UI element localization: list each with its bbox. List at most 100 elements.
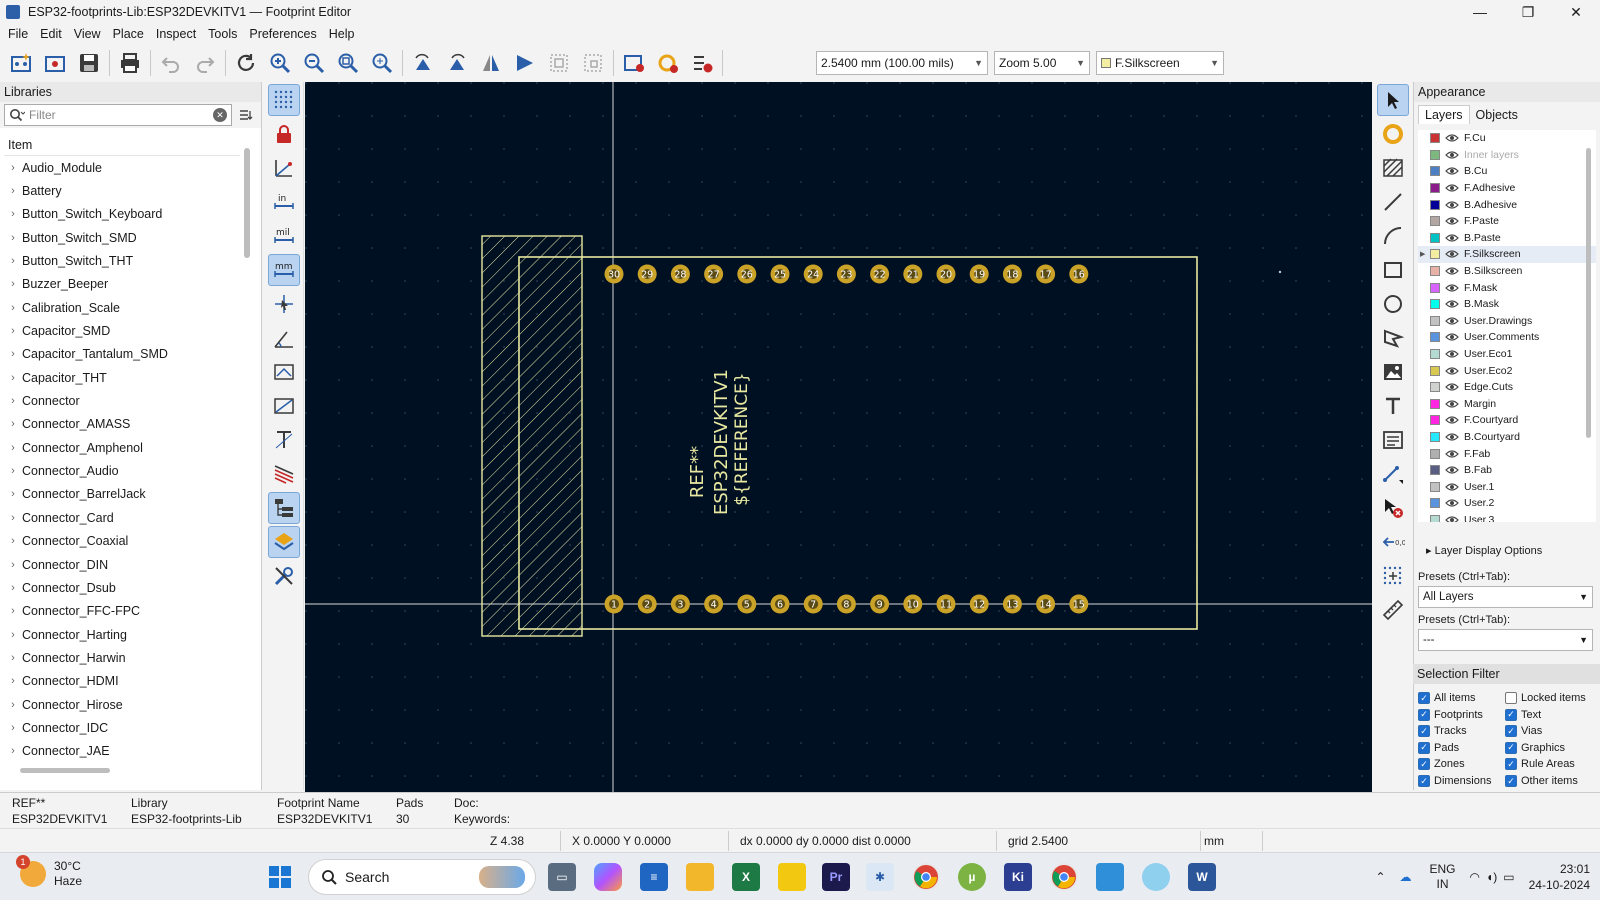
library-tree-item[interactable]: › Capacitor_SMD: [4, 319, 240, 342]
draw-circle-icon[interactable]: [1377, 288, 1409, 320]
through-hole-pad[interactable]: 29: [637, 264, 657, 284]
through-hole-pad[interactable]: 21: [903, 264, 923, 284]
library-tree-item[interactable]: › Buzzer_Beeper: [4, 273, 240, 296]
checkbox-checked-icon[interactable]: ✓: [1418, 775, 1430, 787]
visibility-eye-icon[interactable]: [1445, 233, 1459, 243]
menu-inspect[interactable]: Inspect: [150, 27, 202, 41]
library-tree-item[interactable]: › Connector_JAE: [4, 740, 240, 762]
inches-units-icon[interactable]: in: [268, 186, 300, 218]
selection-filter-checkbox[interactable]: ✓ Text: [1505, 708, 1541, 721]
checkbox-unchecked-icon[interactable]: [1505, 692, 1517, 704]
chevron-right-icon[interactable]: ›: [4, 722, 22, 734]
through-hole-pad[interactable]: 1: [604, 594, 624, 614]
library-horizontal-scrollbar[interactable]: [20, 768, 110, 773]
graphics-sketch-icon[interactable]: [268, 390, 300, 422]
layer-color-swatch[interactable]: [1430, 448, 1440, 459]
tab-objects[interactable]: Objects: [1470, 106, 1524, 124]
library-tree-item[interactable]: › Capacitor_Tantalum_SMD: [4, 343, 240, 366]
polar-coords-icon[interactable]: [268, 152, 300, 184]
layer-row[interactable]: B.Fab: [1418, 462, 1596, 479]
cursor-style-icon[interactable]: [268, 288, 300, 320]
library-tree-item[interactable]: › Calibration_Scale: [4, 296, 240, 319]
library-tree-item[interactable]: › Button_Switch_SMD: [4, 226, 240, 249]
add-text-icon[interactable]: [1377, 390, 1409, 422]
library-tree-item[interactable]: › Connector_Harwin: [4, 646, 240, 669]
through-hole-pad[interactable]: 15: [1069, 594, 1089, 614]
library-tree-item[interactable]: › Connector_Amphenol: [4, 436, 240, 459]
visibility-eye-icon[interactable]: [1445, 449, 1459, 459]
through-hole-pad[interactable]: 26: [737, 264, 757, 284]
chevron-up-icon[interactable]: ⌃: [1375, 870, 1385, 884]
utorrent-icon[interactable]: µ: [958, 863, 986, 891]
windows-start-icon[interactable]: [266, 863, 294, 891]
layer-color-swatch[interactable]: [1430, 133, 1440, 144]
through-hole-pad[interactable]: 23: [836, 264, 856, 284]
layer-row[interactable]: ▶ F.Silkscreen: [1418, 246, 1596, 263]
library-tree-item[interactable]: › Connector_Coaxial: [4, 530, 240, 553]
visibility-eye-icon[interactable]: [1445, 415, 1459, 425]
visibility-eye-icon[interactable]: [1445, 283, 1459, 293]
visibility-eye-icon[interactable]: [1445, 515, 1459, 522]
visibility-eye-icon[interactable]: [1445, 366, 1459, 376]
visibility-eye-icon[interactable]: [1445, 166, 1459, 176]
reference-field-text[interactable]: ${REFERENCE}: [732, 372, 752, 505]
layer-row[interactable]: B.Courtyard: [1418, 429, 1596, 446]
chevron-right-icon[interactable]: ›: [4, 255, 22, 267]
chevron-right-icon[interactable]: ›: [4, 675, 22, 687]
print-icon[interactable]: [115, 48, 145, 78]
grid-select[interactable]: 2.5400 mm (100.00 mils) ▼: [816, 51, 988, 75]
high-contrast-icon[interactable]: [268, 458, 300, 490]
through-hole-pad[interactable]: 14: [1036, 594, 1056, 614]
library-tree-item[interactable]: › Connector_DIN: [4, 553, 240, 576]
mirror-icon[interactable]: [476, 48, 506, 78]
photos-icon[interactable]: [1096, 863, 1124, 891]
tab-layers[interactable]: Layers: [1418, 105, 1470, 124]
chevron-right-icon[interactable]: ›: [4, 629, 22, 641]
ref-text[interactable]: REF**: [687, 446, 708, 498]
power-bi-icon[interactable]: [778, 863, 806, 891]
visibility-eye-icon[interactable]: [1445, 482, 1459, 492]
library-tree-item[interactable]: › Battery: [4, 179, 240, 202]
excel-icon[interactable]: X: [732, 863, 760, 891]
menu-view[interactable]: View: [68, 27, 107, 41]
layer-row[interactable]: User.Eco2: [1418, 362, 1596, 379]
library-tree-item[interactable]: › Connector_AMASS: [4, 413, 240, 436]
onedrive-icon[interactable]: ☁: [1400, 870, 1412, 884]
layer-row[interactable]: B.Mask: [1418, 296, 1596, 313]
through-hole-pad[interactable]: 18: [1002, 264, 1022, 284]
visibility-eye-icon[interactable]: [1445, 299, 1459, 309]
library-tree-item[interactable]: › Connector_Dsub: [4, 576, 240, 599]
layer-display-options-toggle[interactable]: ▸ Layer Display Options: [1426, 544, 1542, 557]
layer-color-swatch[interactable]: [1430, 465, 1440, 476]
library-tree-item[interactable]: › Connector_BarrelJack: [4, 483, 240, 506]
layer-row[interactable]: B.Adhesive: [1418, 196, 1596, 213]
through-hole-pad[interactable]: 10: [903, 594, 923, 614]
new-footprint-icon[interactable]: [6, 48, 36, 78]
checkbox-checked-icon[interactable]: ✓: [1418, 692, 1430, 704]
visibility-eye-icon[interactable]: [1445, 249, 1459, 259]
library-tree-item[interactable]: › Connector_Audio: [4, 459, 240, 482]
grid-toggle-icon[interactable]: [268, 84, 300, 116]
chevron-right-icon[interactable]: ›: [4, 232, 22, 244]
visibility-eye-icon[interactable]: [1445, 465, 1459, 475]
through-hole-pad[interactable]: 30: [604, 264, 624, 284]
layer-color-swatch[interactable]: [1430, 216, 1440, 227]
layer-color-swatch[interactable]: [1430, 398, 1440, 409]
wifi-icon[interactable]: ◠: [1470, 870, 1480, 884]
checkbox-checked-icon[interactable]: ✓: [1418, 758, 1430, 771]
measure-ruler-icon[interactable]: [1377, 594, 1409, 626]
layer-color-swatch[interactable]: [1430, 481, 1440, 492]
selection-filter-checkbox[interactable]: ✓ Vias: [1505, 725, 1542, 738]
selection-filter-checkbox[interactable]: ✓ Zones: [1418, 758, 1465, 771]
undo-icon[interactable]: [156, 48, 186, 78]
lock-icon[interactable]: [268, 118, 300, 150]
select-arrow-icon[interactable]: [1377, 84, 1409, 116]
layer-row[interactable]: B.Paste: [1418, 230, 1596, 247]
library-tree-item[interactable]: › Audio_Module: [4, 156, 240, 179]
through-hole-pad[interactable]: 27: [704, 264, 724, 284]
library-tree-item[interactable]: › Capacitor_THT: [4, 366, 240, 389]
create-footprint-wizard-icon[interactable]: [40, 48, 70, 78]
layer-row[interactable]: Edge.Cuts: [1418, 379, 1596, 396]
library-tree-item[interactable]: › Connector_IDC: [4, 716, 240, 739]
selection-filter-checkbox[interactable]: ✓ Footprints: [1418, 708, 1483, 721]
